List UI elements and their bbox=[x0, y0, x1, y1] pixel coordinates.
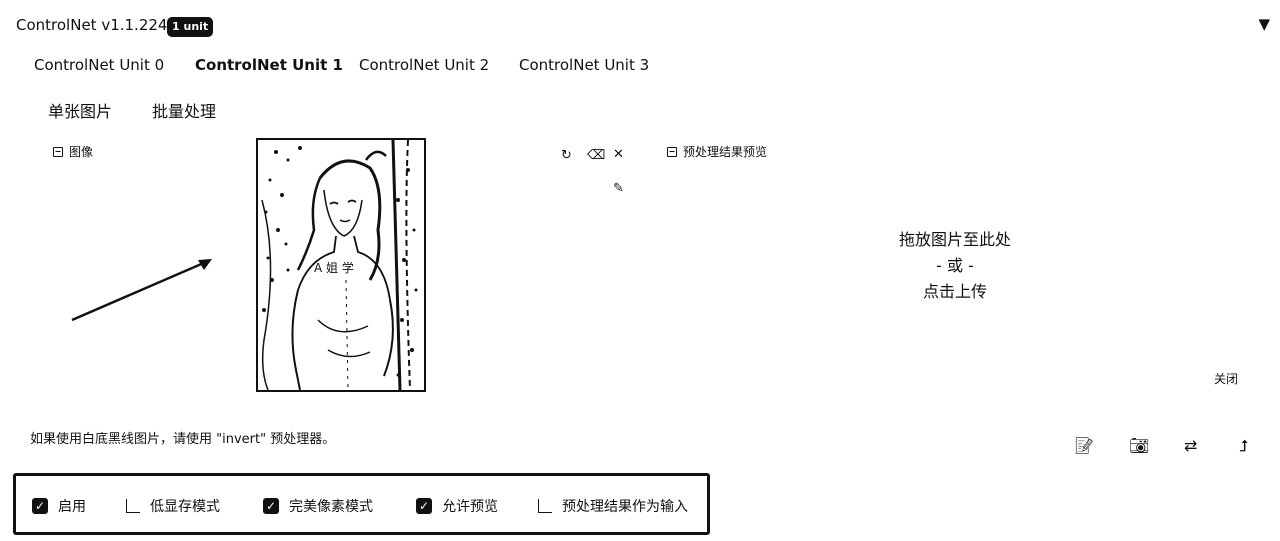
brush-icon[interactable]: ✎ bbox=[613, 181, 624, 196]
tab-batch[interactable]: 批量处理 bbox=[152, 98, 216, 122]
option-allow-preview-label: 允许预览 bbox=[442, 499, 498, 515]
option-low-vram[interactable]: 低显存模式 bbox=[126, 496, 220, 516]
close-icon[interactable]: ✕ bbox=[613, 147, 624, 162]
options-bar: ✓ 启用 低显存模式 ✓ 完美像素模式 ✓ 允许预览 预处理结果作为输入 bbox=[13, 473, 710, 535]
image-icon bbox=[53, 146, 63, 157]
preview-label: 预处理结果预览 bbox=[667, 143, 767, 160]
drop-line-3: 点击上传 bbox=[922, 282, 987, 301]
eraser-icon[interactable]: ⌫ bbox=[587, 148, 605, 163]
annotation-arrow bbox=[71, 259, 212, 322]
send-arrow-icon[interactable]: ⮥ bbox=[1239, 436, 1248, 456]
unit-count-badge: 1 unit bbox=[167, 17, 214, 37]
checkbox-preprocessor-as-input[interactable] bbox=[538, 499, 552, 513]
triangle-down-icon[interactable]: ▼ bbox=[1258, 15, 1270, 33]
checkbox-enable[interactable]: ✓ bbox=[32, 498, 48, 514]
lineart-image: A 姐 学 bbox=[258, 140, 424, 390]
option-pixel-perfect-label: 完美像素模式 bbox=[289, 499, 373, 515]
panel-title: ControlNet v1.1.224 bbox=[16, 16, 168, 34]
option-preprocessor-as-input-label: 预处理结果作为输入 bbox=[562, 499, 688, 515]
swap-icon[interactable]: ⇄ bbox=[1184, 436, 1197, 455]
undo-icon[interactable]: ↻ bbox=[561, 148, 572, 163]
checkbox-pixel-perfect[interactable]: ✓ bbox=[263, 498, 279, 514]
close-preview-button[interactable]: 关闭 bbox=[1214, 370, 1238, 387]
tab-controlnet-unit-3[interactable]: ControlNet Unit 3 bbox=[519, 56, 649, 74]
checkbox-allow-preview[interactable]: ✓ bbox=[416, 498, 432, 514]
option-pixel-perfect[interactable]: ✓ 完美像素模式 bbox=[263, 496, 373, 516]
tab-controlnet-unit-0[interactable]: ControlNet Unit 0 bbox=[34, 56, 164, 74]
option-low-vram-label: 低显存模式 bbox=[150, 499, 220, 515]
svg-text:A 姐 学: A 姐 学 bbox=[314, 260, 354, 275]
drop-line-2: - 或 - bbox=[936, 256, 974, 275]
checkbox-low-vram[interactable] bbox=[126, 499, 140, 513]
option-allow-preview[interactable]: ✓ 允许预览 bbox=[416, 496, 498, 516]
drop-line-1: 拖放图片至此处 bbox=[898, 230, 1011, 249]
image-input-label-text: 图像 bbox=[69, 145, 94, 159]
invert-hint: 如果使用白底黑线图片，请使用 "invert" 预处理器。 bbox=[30, 432, 336, 447]
option-enable-label: 启用 bbox=[58, 499, 86, 515]
preview-dropzone[interactable]: 拖放图片至此处 - 或 - 点击上传 bbox=[855, 227, 1055, 305]
tab-single-image[interactable]: 单张图片 bbox=[48, 98, 112, 122]
image-icon bbox=[667, 146, 677, 157]
pencil-doc-icon[interactable]: 📝︎ bbox=[1074, 436, 1094, 455]
option-preprocessor-as-input[interactable]: 预处理结果作为输入 bbox=[538, 496, 688, 516]
input-image-canvas[interactable]: A 姐 学 bbox=[256, 138, 426, 392]
tab-controlnet-unit-1[interactable]: ControlNet Unit 1 bbox=[195, 56, 343, 74]
image-input-label: 图像 bbox=[53, 143, 93, 160]
option-enable[interactable]: ✓ 启用 bbox=[32, 496, 86, 516]
preview-label-text: 预处理结果预览 bbox=[683, 145, 768, 159]
camera-icon[interactable]: 📷︎ bbox=[1129, 436, 1149, 455]
tab-controlnet-unit-2[interactable]: ControlNet Unit 2 bbox=[359, 56, 489, 74]
